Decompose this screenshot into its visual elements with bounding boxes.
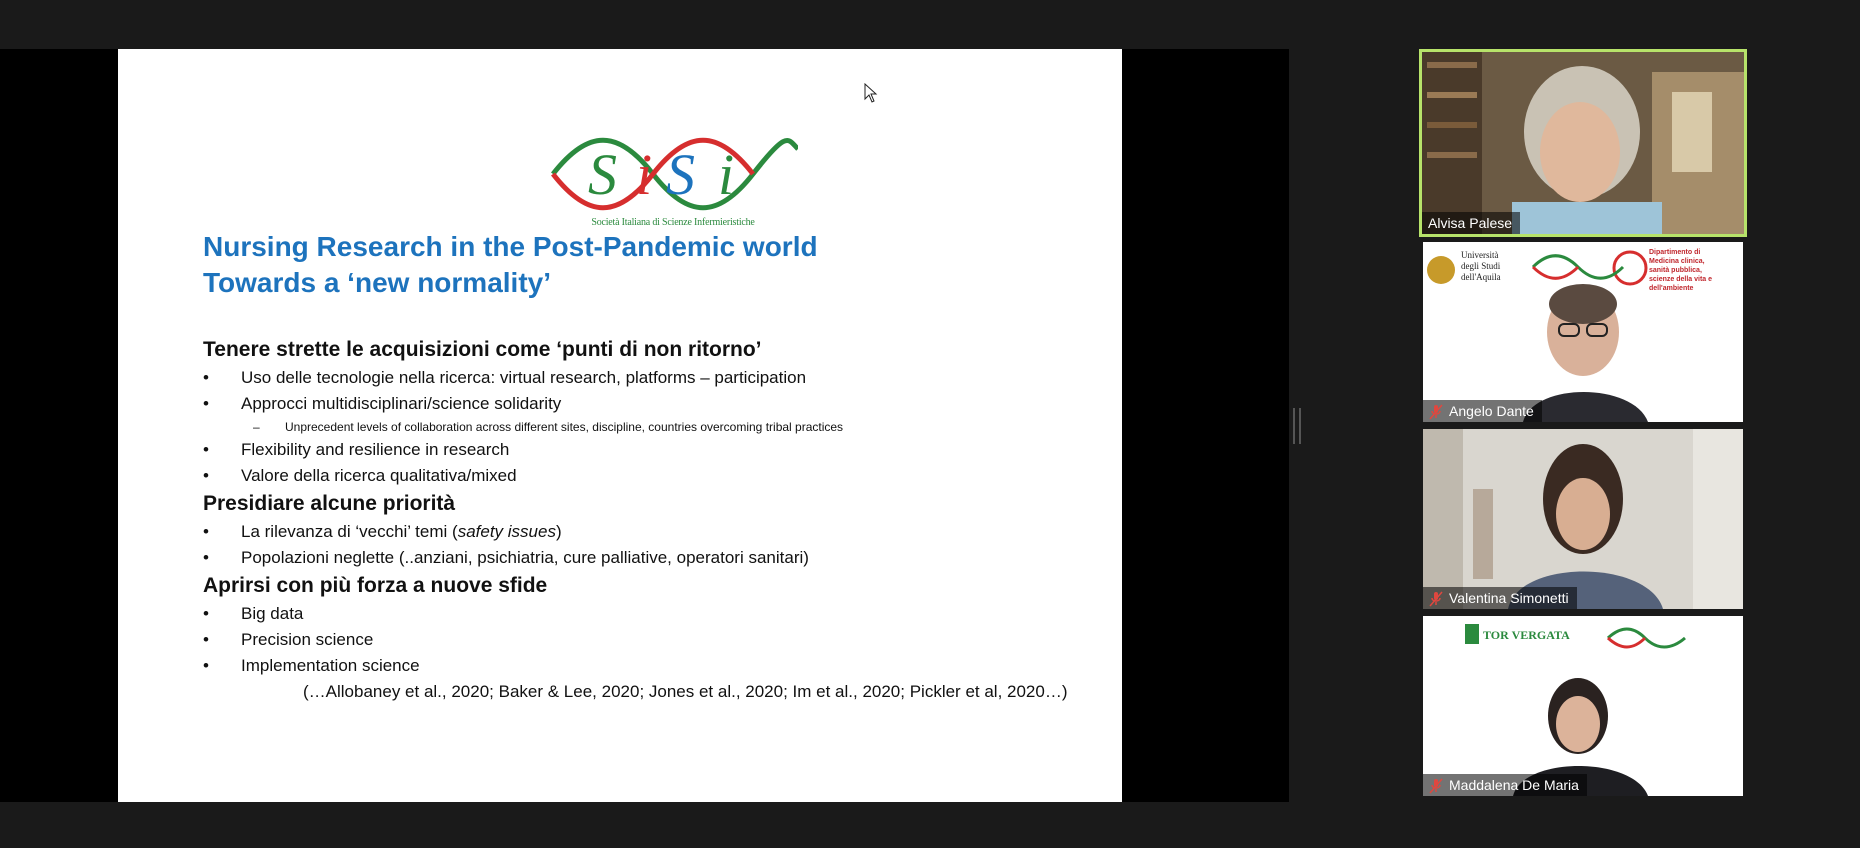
panel-resize-handle[interactable]	[1293, 408, 1301, 444]
bullet-text: Valore della ricerca qualitativa/mixed	[241, 466, 517, 485]
bullet-item: • Flexibility and resilience in research	[203, 437, 1103, 463]
university-banner-left: Università degli Studi dell'Aquila	[1461, 250, 1501, 282]
bullet-text: Approcci multidisciplinari/science solid…	[241, 394, 562, 413]
bullet-item: • Valore della ricerca qualitativa/mixed	[203, 463, 1103, 489]
participant-video	[1422, 52, 1744, 234]
sub-bullet-text: Unprecedent levels of collaboration acro…	[285, 420, 844, 434]
bullet-text: Flexibility and resilience in research	[241, 440, 510, 459]
bullet-text: Implementation science	[241, 656, 420, 675]
presentation-slide: S i S i Società Italiana di Scienze Infe…	[118, 49, 1122, 802]
logo-letter-i1: i	[636, 142, 652, 207]
bullet-text-suffix: )	[555, 522, 562, 541]
bullet-text: Precision science	[241, 630, 374, 649]
participant-tile-alvisa-palese[interactable]: Alvisa Palese	[1419, 49, 1747, 237]
section-heading-3: Aprirsi con più forza a nuove sfide	[203, 574, 548, 597]
logo-letter-s2: S	[666, 142, 695, 207]
section-heading-2: Presidiare alcune priorità	[203, 492, 456, 515]
screen-share-area: S i S i Società Italiana di Scienze Infe…	[0, 49, 1289, 802]
bullet-glyph: •	[203, 522, 209, 541]
bullet-item: • Precision science	[203, 627, 1103, 653]
bullet-glyph: •	[203, 656, 209, 675]
bullet-item: • Popolazioni neglette (..anziani, psichi…	[203, 545, 1103, 571]
mouse-cursor-icon	[864, 83, 878, 103]
bullet-item: • Approcci multidisciplinari/science soli…	[203, 391, 1103, 417]
bullet-glyph: •	[203, 548, 209, 567]
participant-tile-valentina-simonetti[interactable]: Valentina Simonetti	[1423, 429, 1743, 609]
participant-name-label: Valentina Simonetti	[1423, 587, 1577, 609]
logo-letter-s1: S	[588, 142, 617, 207]
bullet-glyph: •	[203, 466, 209, 485]
sub-bullet-item: – Unprecedent levels of collaboration acr…	[203, 417, 1103, 437]
bullet-text-italic: safety issues	[457, 522, 556, 541]
muted-mic-icon	[1429, 404, 1443, 420]
slide-title: Nursing Research in the Post-Pandemic wo…	[203, 229, 1083, 301]
muted-mic-icon	[1429, 778, 1443, 794]
bullet-glyph: •	[203, 604, 209, 623]
bullet-text: Uso delle tecnologie nella ricerca: virt…	[241, 368, 807, 387]
bullet-glyph: •	[203, 630, 209, 649]
section-heading-1: Tenere strette le acquisizioni come ‘pun…	[203, 338, 762, 361]
muted-mic-icon	[1429, 591, 1443, 607]
bullet-item: • Big data	[203, 601, 1103, 627]
participant-tile-maddalena-de-maria[interactable]: TOR VERGATA Maddalena De Maria	[1423, 616, 1743, 796]
participant-name-label: Maddalena De Maria	[1423, 774, 1587, 796]
bullet-text: Popolazioni neglette (..anziani, psichia…	[241, 548, 809, 567]
dash-glyph: –	[253, 420, 260, 434]
slide-title-line-2: Towards a ‘new normality’	[203, 267, 552, 298]
bullet-item: • Implementation science	[203, 653, 1103, 679]
participant-tile-angelo-dante[interactable]: Università degli Studi dell'Aquila Dipar…	[1423, 242, 1743, 422]
slide-title-line-1: Nursing Research in the Post-Pandemic wo…	[203, 231, 818, 262]
bullet-text-prefix: La rilevanza di ‘vecchi’ temi (	[241, 522, 458, 541]
references-line: (…Allobaney et al., 2020; Baker & Lee, 2…	[303, 682, 1068, 701]
participant-video	[1423, 616, 1743, 796]
slide-content: Tenere strette le acquisizioni come ‘pun…	[203, 335, 1103, 705]
logo-subtitle: Società Italiana di Scienze Infermierist…	[591, 217, 755, 228]
logo-letter-i2: i	[718, 142, 734, 207]
bullet-text: Big data	[241, 604, 304, 623]
bullet-glyph: •	[203, 394, 209, 413]
sisi-logo-mark: S i S i	[551, 137, 798, 211]
participant-name-label: Alvisa Palese	[1422, 212, 1521, 234]
department-banner-right: Dipartimento di Medicina clinica, sanità…	[1649, 249, 1713, 292]
bullet-item: • Uso delle tecnologie nella ricerca: vir…	[203, 365, 1103, 391]
bullet-glyph: •	[203, 368, 209, 387]
participant-video	[1423, 429, 1743, 609]
sisi-logo: S i S i Società Italiana di Scienze Infe…	[548, 119, 798, 239]
bullet-glyph: •	[203, 440, 209, 459]
university-banner: TOR VERGATA	[1483, 628, 1570, 642]
participant-name-label: Angelo Dante	[1423, 400, 1542, 422]
bullet-item: • La rilevanza di ‘vecchi’ temi (safety i…	[203, 519, 1103, 545]
